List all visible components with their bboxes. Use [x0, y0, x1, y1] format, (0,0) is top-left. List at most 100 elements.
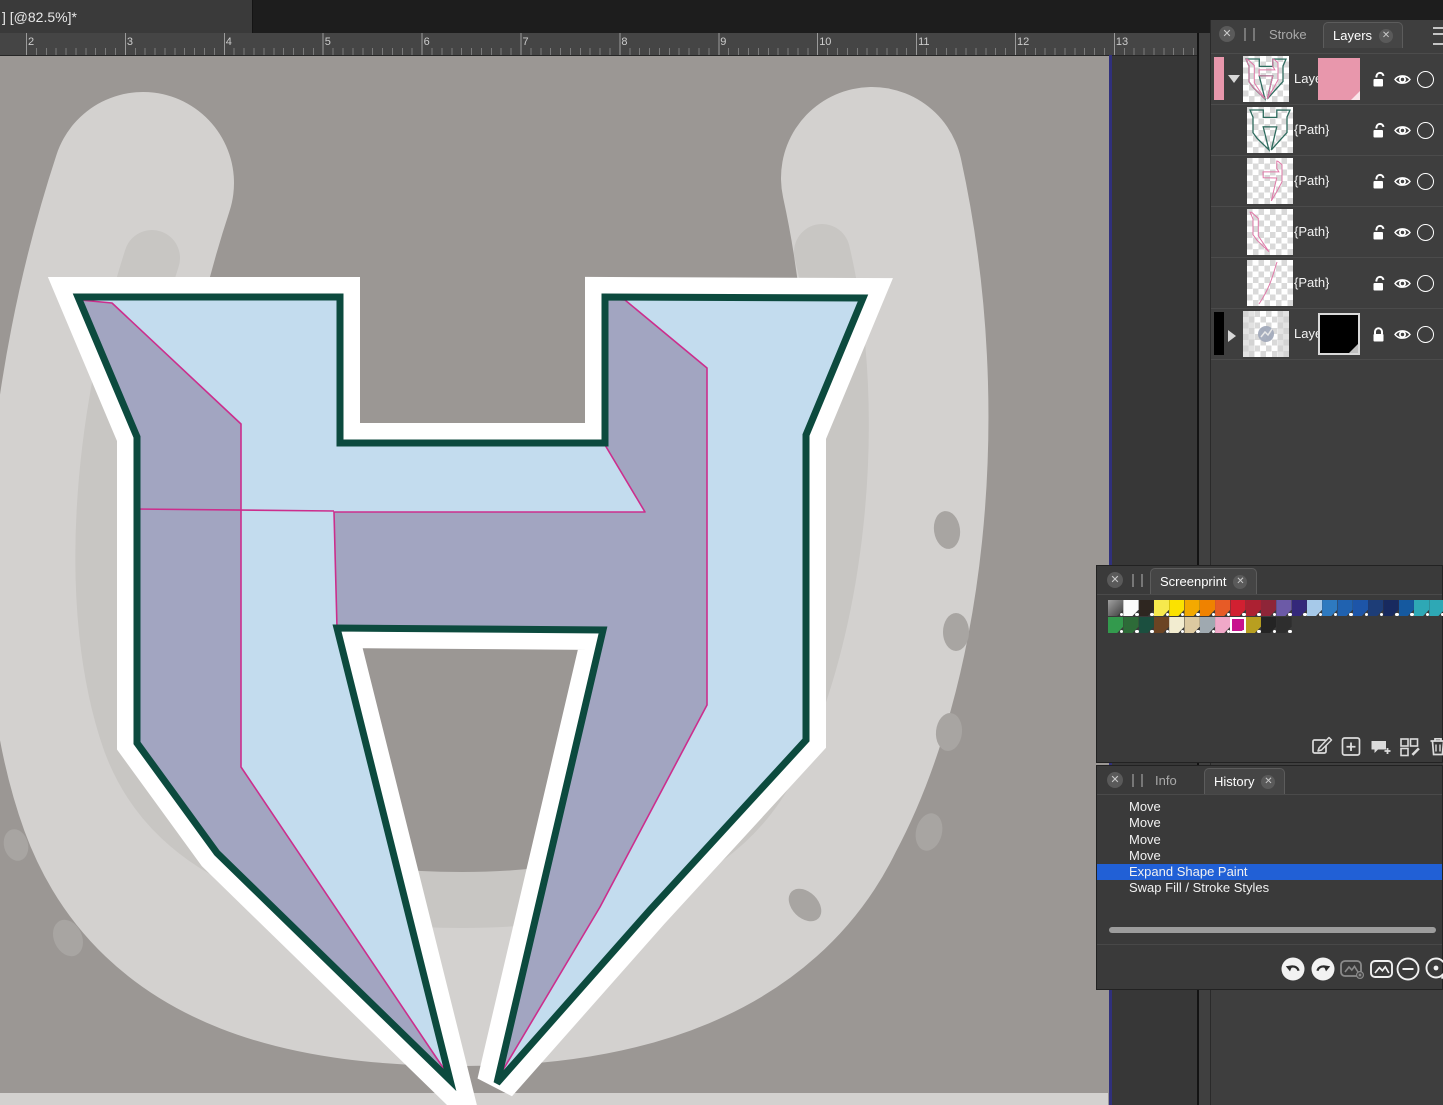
- color-swatch[interactable]: [1154, 617, 1169, 633]
- color-swatch[interactable]: [1184, 600, 1199, 616]
- circle-icon[interactable]: [1417, 224, 1434, 241]
- layer-label[interactable]: {Path}: [1294, 224, 1329, 239]
- close-icon[interactable]: ✕: [1233, 575, 1247, 589]
- color-swatch[interactable]: [1261, 600, 1276, 616]
- palette-edit-icon[interactable]: [1398, 734, 1422, 758]
- layer-thumbnail[interactable]: [1247, 209, 1293, 255]
- layer-label[interactable]: {Path}: [1294, 173, 1329, 188]
- grip-icon[interactable]: [1132, 574, 1143, 587]
- circle-icon[interactable]: [1417, 173, 1434, 190]
- tab-layers[interactable]: Layers ✕: [1323, 22, 1403, 48]
- color-swatch[interactable]: [1246, 617, 1261, 633]
- color-swatch[interactable]: [1307, 600, 1322, 616]
- color-swatch[interactable]: [1123, 600, 1138, 616]
- color-swatch[interactable]: [1399, 600, 1414, 616]
- edit-swatch-icon[interactable]: [1310, 734, 1334, 758]
- history-item[interactable]: Move: [1097, 848, 1442, 864]
- eye-icon[interactable]: [1393, 172, 1412, 191]
- minus-circle-icon[interactable]: [1395, 956, 1421, 982]
- snapshot-disabled-icon[interactable]: [1338, 956, 1366, 982]
- color-swatch[interactable]: [1200, 600, 1215, 616]
- color-swatch[interactable]: [1123, 617, 1138, 633]
- tab-history[interactable]: History ✕: [1204, 768, 1285, 794]
- close-icon[interactable]: ✕: [1219, 26, 1235, 42]
- color-swatch[interactable]: [1215, 600, 1230, 616]
- color-swatch[interactable]: [1276, 617, 1291, 633]
- color-swatch[interactable]: [1154, 600, 1169, 616]
- canvas-viewport[interactable]: [0, 55, 1110, 1105]
- layer-swatch[interactable]: [1318, 58, 1360, 100]
- layer-row-path-4[interactable]: {Path}: [1211, 258, 1443, 309]
- color-swatch[interactable]: [1139, 600, 1154, 616]
- color-swatch[interactable]: [1200, 617, 1215, 633]
- color-swatch[interactable]: [1292, 600, 1307, 616]
- menu-icon[interactable]: [1433, 27, 1443, 45]
- unlock-icon[interactable]: [1369, 223, 1388, 242]
- close-icon[interactable]: ✕: [1107, 772, 1123, 788]
- add-swatch-icon[interactable]: [1339, 734, 1363, 758]
- layer-swatch[interactable]: [1318, 313, 1360, 355]
- color-swatch[interactable]: [1261, 617, 1276, 633]
- chevron-down-icon[interactable]: [1228, 75, 1240, 83]
- eye-icon[interactable]: [1393, 121, 1412, 140]
- layer-label[interactable]: {Path}: [1294, 275, 1329, 290]
- circle-icon[interactable]: [1417, 326, 1434, 343]
- eye-icon[interactable]: [1393, 223, 1412, 242]
- color-swatch[interactable]: [1215, 617, 1230, 633]
- unlock-icon[interactable]: [1369, 70, 1388, 89]
- layer-label[interactable]: Layer: [1294, 71, 1318, 86]
- trash-icon[interactable]: [1426, 734, 1443, 758]
- eye-icon[interactable]: [1393, 274, 1412, 293]
- unlock-icon[interactable]: [1369, 274, 1388, 293]
- color-swatch[interactable]: [1246, 600, 1261, 616]
- color-swatch[interactable]: [1337, 600, 1352, 616]
- color-swatch[interactable]: [1353, 600, 1368, 616]
- close-icon[interactable]: ✕: [1379, 29, 1393, 43]
- history-item[interactable]: Move: [1097, 815, 1442, 831]
- lock-icon[interactable]: [1369, 325, 1388, 344]
- eye-icon[interactable]: [1393, 325, 1412, 344]
- color-swatch[interactable]: [1276, 600, 1291, 616]
- tab-stroke[interactable]: Stroke: [1269, 27, 1307, 42]
- color-swatch[interactable]: [1368, 600, 1383, 616]
- color-swatch[interactable]: [1139, 617, 1154, 633]
- color-swatch[interactable]: [1184, 617, 1199, 633]
- close-icon[interactable]: ✕: [1261, 775, 1275, 789]
- snapshot-icon[interactable]: [1368, 956, 1396, 982]
- circle-icon[interactable]: [1417, 71, 1434, 88]
- circle-icon[interactable]: [1417, 122, 1434, 139]
- undo-icon[interactable]: [1280, 956, 1306, 982]
- layer-row-path-1[interactable]: {Path}: [1211, 105, 1443, 156]
- color-swatch[interactable]: [1414, 600, 1429, 616]
- layer-label[interactable]: {Path}: [1294, 122, 1329, 137]
- layer-row-path-3[interactable]: {Path}: [1211, 207, 1443, 258]
- layer-thumbnail[interactable]: [1247, 158, 1293, 204]
- gradient-swatch[interactable]: [1108, 600, 1123, 616]
- add-from-selection-icon[interactable]: [1368, 734, 1393, 758]
- layer-label[interactable]: Layer: [1294, 326, 1318, 341]
- color-swatch[interactable]: [1429, 600, 1443, 616]
- layer-thumbnail[interactable]: [1247, 260, 1293, 306]
- unlock-icon[interactable]: [1369, 121, 1388, 140]
- redo-icon[interactable]: [1310, 956, 1336, 982]
- color-swatch[interactable]: [1169, 600, 1184, 616]
- color-swatch[interactable]: [1169, 617, 1184, 633]
- color-swatch[interactable]: [1230, 600, 1245, 616]
- unlock-icon[interactable]: [1369, 172, 1388, 191]
- color-swatch[interactable]: [1322, 600, 1337, 616]
- close-icon[interactable]: ✕: [1107, 572, 1123, 588]
- eye-icon[interactable]: [1393, 70, 1412, 89]
- history-item[interactable]: Swap Fill / Stroke Styles: [1097, 880, 1442, 896]
- color-swatch[interactable]: [1383, 600, 1398, 616]
- history-position-slider[interactable]: [1109, 927, 1436, 933]
- history-item[interactable]: Move: [1097, 832, 1442, 848]
- tab-screenprint[interactable]: Screenprint ✕: [1150, 568, 1257, 594]
- layer-thumbnail[interactable]: [1247, 107, 1293, 153]
- layer-thumbnail[interactable]: [1243, 311, 1289, 357]
- color-swatch[interactable]: [1108, 617, 1123, 633]
- tab-info[interactable]: Info: [1155, 773, 1177, 788]
- circle-icon[interactable]: [1417, 275, 1434, 292]
- layer-row-layer-0[interactable]: Layer: [1211, 54, 1443, 105]
- history-item-selected[interactable]: Expand Shape Paint: [1097, 864, 1442, 880]
- layer-row-path-2[interactable]: {Path}: [1211, 156, 1443, 207]
